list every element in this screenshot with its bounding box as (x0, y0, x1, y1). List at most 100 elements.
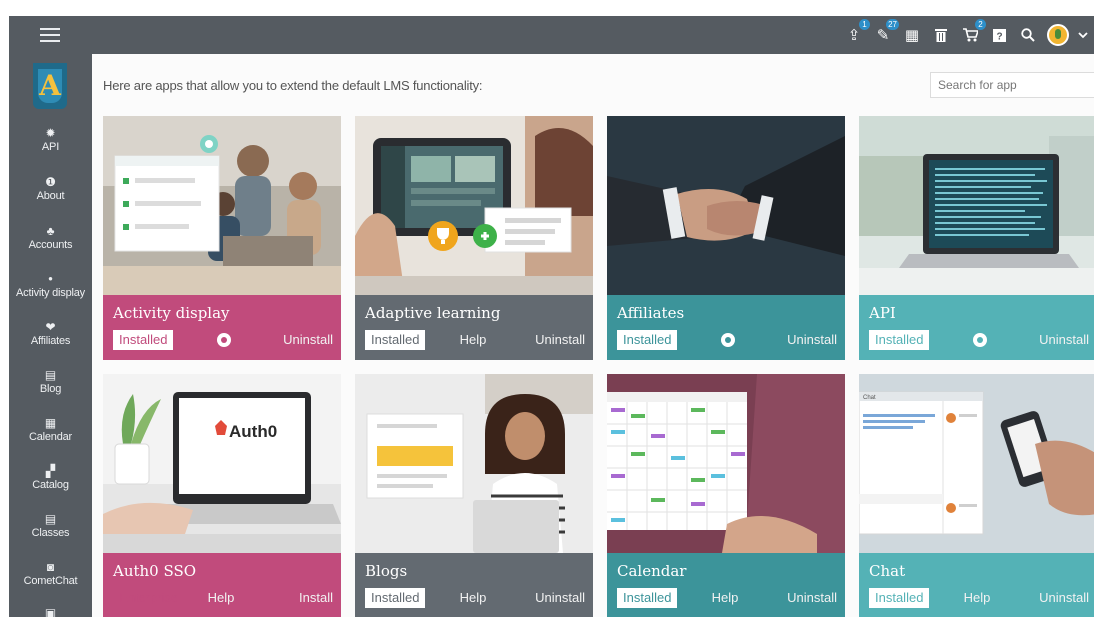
installed-badge: Installed (617, 588, 678, 608)
app-card-title: API (869, 304, 896, 322)
calendar-icon: ▦ (44, 416, 57, 430)
sidebar-item-accounts[interactable]: ♣ Accounts (9, 224, 92, 252)
installed-badge: Installed (113, 330, 174, 350)
app-card-image: Chat (859, 374, 1094, 553)
calculator-icon[interactable]: ▦ (902, 25, 922, 45)
app-card-affiliates[interactable]: Affiliates Installed Uninstall (607, 116, 845, 360)
sidebar-item-catalog[interactable]: ▞ Catalog (9, 464, 92, 492)
help-link[interactable]: Help (460, 330, 487, 350)
hamburger-menu-icon[interactable] (40, 28, 60, 42)
install-link[interactable]: Install (299, 588, 333, 608)
app-card-title: Adaptive learning (365, 304, 501, 322)
app-card-footer: Affiliates Installed Uninstall (607, 295, 845, 360)
app-card-chat[interactable]: Chat Chat Installed Help Uninstall (859, 374, 1094, 617)
app-card-title: Activity display (113, 304, 230, 322)
help-link[interactable]: Help (460, 588, 487, 608)
sidebar-item-next[interactable]: ▣ (9, 606, 92, 617)
uninstall-link[interactable]: Uninstall (1039, 588, 1089, 608)
chat-icon: ◙ (46, 560, 55, 574)
chat-image-text: Chat (863, 395, 876, 401)
sidebar-item-affiliates[interactable]: ❤ Affiliates (9, 320, 92, 348)
help-link[interactable]: Help (712, 588, 739, 608)
app-card-title: Affiliates (617, 304, 685, 322)
users-icon: ♣ (46, 224, 55, 238)
installed-badge: Installed (365, 330, 426, 350)
installed-badge: Installed (617, 330, 678, 350)
help-link[interactable]: Help (208, 588, 235, 608)
help-icon[interactable]: ? (989, 25, 1009, 45)
chevron-down-icon[interactable] (1078, 28, 1088, 42)
help-link[interactable]: Help (964, 588, 991, 608)
settings-gear-icon[interactable] (721, 333, 735, 347)
uninstall-link[interactable]: Uninstall (535, 588, 585, 608)
clipboard-icon: ▣ (44, 606, 57, 617)
sidebar-item-label: CometChat (23, 575, 78, 587)
app-card-activity-display[interactable]: Activity display Installed Uninstall (103, 116, 341, 360)
sidebar-item-calendar[interactable]: ▦ Calendar (9, 416, 92, 444)
user-avatar[interactable] (1047, 24, 1069, 46)
trash-icon[interactable] (931, 25, 951, 45)
sidebar-item-label: Catalog (32, 479, 69, 491)
app-card-image: Auth0 (103, 374, 341, 553)
uninstall-link[interactable]: Uninstall (787, 588, 837, 608)
catalog-icon: ▞ (45, 464, 56, 478)
app-card-image (103, 116, 341, 295)
uninstall-link[interactable]: Uninstall (535, 330, 585, 350)
sidebar-item-label: Activity display (16, 287, 85, 299)
sidebar-item-activity-display[interactable]: ● Activity display (9, 272, 92, 300)
uninstall-link[interactable]: Uninstall (787, 330, 837, 350)
search-icon[interactable] (1018, 25, 1038, 45)
app-card-calendar[interactable]: Calendar Installed Help Uninstall (607, 374, 845, 617)
sidebar-item-label: Blog (39, 383, 62, 395)
installed-badge: Installed (869, 588, 930, 608)
app-card-blogs[interactable]: Blogs Installed Help Uninstall (355, 374, 593, 617)
info-icon: ❶ (45, 175, 56, 189)
app-card-footer: Auth0 SSO Enterprise Help Install (103, 553, 341, 617)
cart-icon[interactable]: 2 (960, 19, 986, 45)
app-card-api[interactable]: API Installed Uninstall (859, 116, 1094, 360)
classes-icon: ▤ (44, 512, 57, 526)
uninstall-link[interactable]: Uninstall (1039, 330, 1089, 350)
app-card-title: Calendar (617, 562, 687, 580)
app-card-footer: Chat Installed Help Uninstall (859, 553, 1094, 617)
sidebar-item-about[interactable]: ❶ About (9, 175, 92, 203)
sidebar-item-cometchat[interactable]: ◙ CometChat (9, 560, 92, 588)
installed-badge: Installed (365, 588, 426, 608)
app-card-auth0-sso[interactable]: Auth0 Auth0 SSO Enterprise Help Install (103, 374, 341, 617)
search-input[interactable] (930, 72, 1094, 98)
enterprise-badge: Enterprise (119, 590, 179, 605)
settings-gear-icon[interactable] (217, 333, 231, 347)
sidebar-item-blog[interactable]: ▤ Blog (9, 368, 92, 396)
notifications-badge: 27 (886, 19, 899, 30)
dot-icon: ● (48, 274, 53, 283)
settings-gear-icon[interactable] (973, 333, 987, 347)
installed-badge: Installed (869, 330, 930, 350)
uninstall-link[interactable]: Uninstall (283, 330, 333, 350)
sidebar-item-label: Classes (31, 527, 70, 539)
upload-badge: 1 (859, 19, 870, 30)
blog-icon: ▤ (44, 368, 57, 382)
app-card-footer: Blogs Installed Help Uninstall (355, 553, 593, 617)
sidebar-item-label: About (36, 190, 65, 202)
handshake-icon: ❤ (45, 320, 56, 334)
upload-icon[interactable]: ⇪ 1 (844, 19, 870, 45)
app-card-title: Blogs (365, 562, 408, 580)
top-bar: ⇪ 1 ✎ 27 ▦ 2 ? (9, 16, 1094, 54)
app-card-image (607, 374, 845, 553)
sidebar-item-api[interactable]: ✹ API (9, 126, 92, 154)
main-content: Here are apps that allow you to extend t… (92, 54, 1094, 617)
brand-logo[interactable]: A (33, 63, 67, 109)
page-intro-text: Here are apps that allow you to extend t… (103, 78, 483, 93)
sidebar-item-label: API (41, 141, 60, 153)
app-card-title: Chat (869, 562, 906, 580)
notifications-icon[interactable]: ✎ 27 (873, 19, 899, 45)
sidebar: A ✹ API ❶ About ♣ Accounts ● Activity di… (9, 54, 92, 617)
app-card-adaptive-learning[interactable]: Adaptive learning Installed Help Uninsta… (355, 116, 593, 360)
sidebar-item-label: Calendar (28, 431, 73, 443)
app-card-footer: Adaptive learning Installed Help Uninsta… (355, 295, 593, 360)
auth0-image-text: Auth0 (229, 422, 277, 441)
top-toolbar: ⇪ 1 ✎ 27 ▦ 2 ? (844, 16, 1088, 54)
cart-badge: 2 (975, 19, 986, 30)
sidebar-item-classes[interactable]: ▤ Classes (9, 512, 92, 540)
sidebar-item-label: Affiliates (30, 335, 71, 347)
